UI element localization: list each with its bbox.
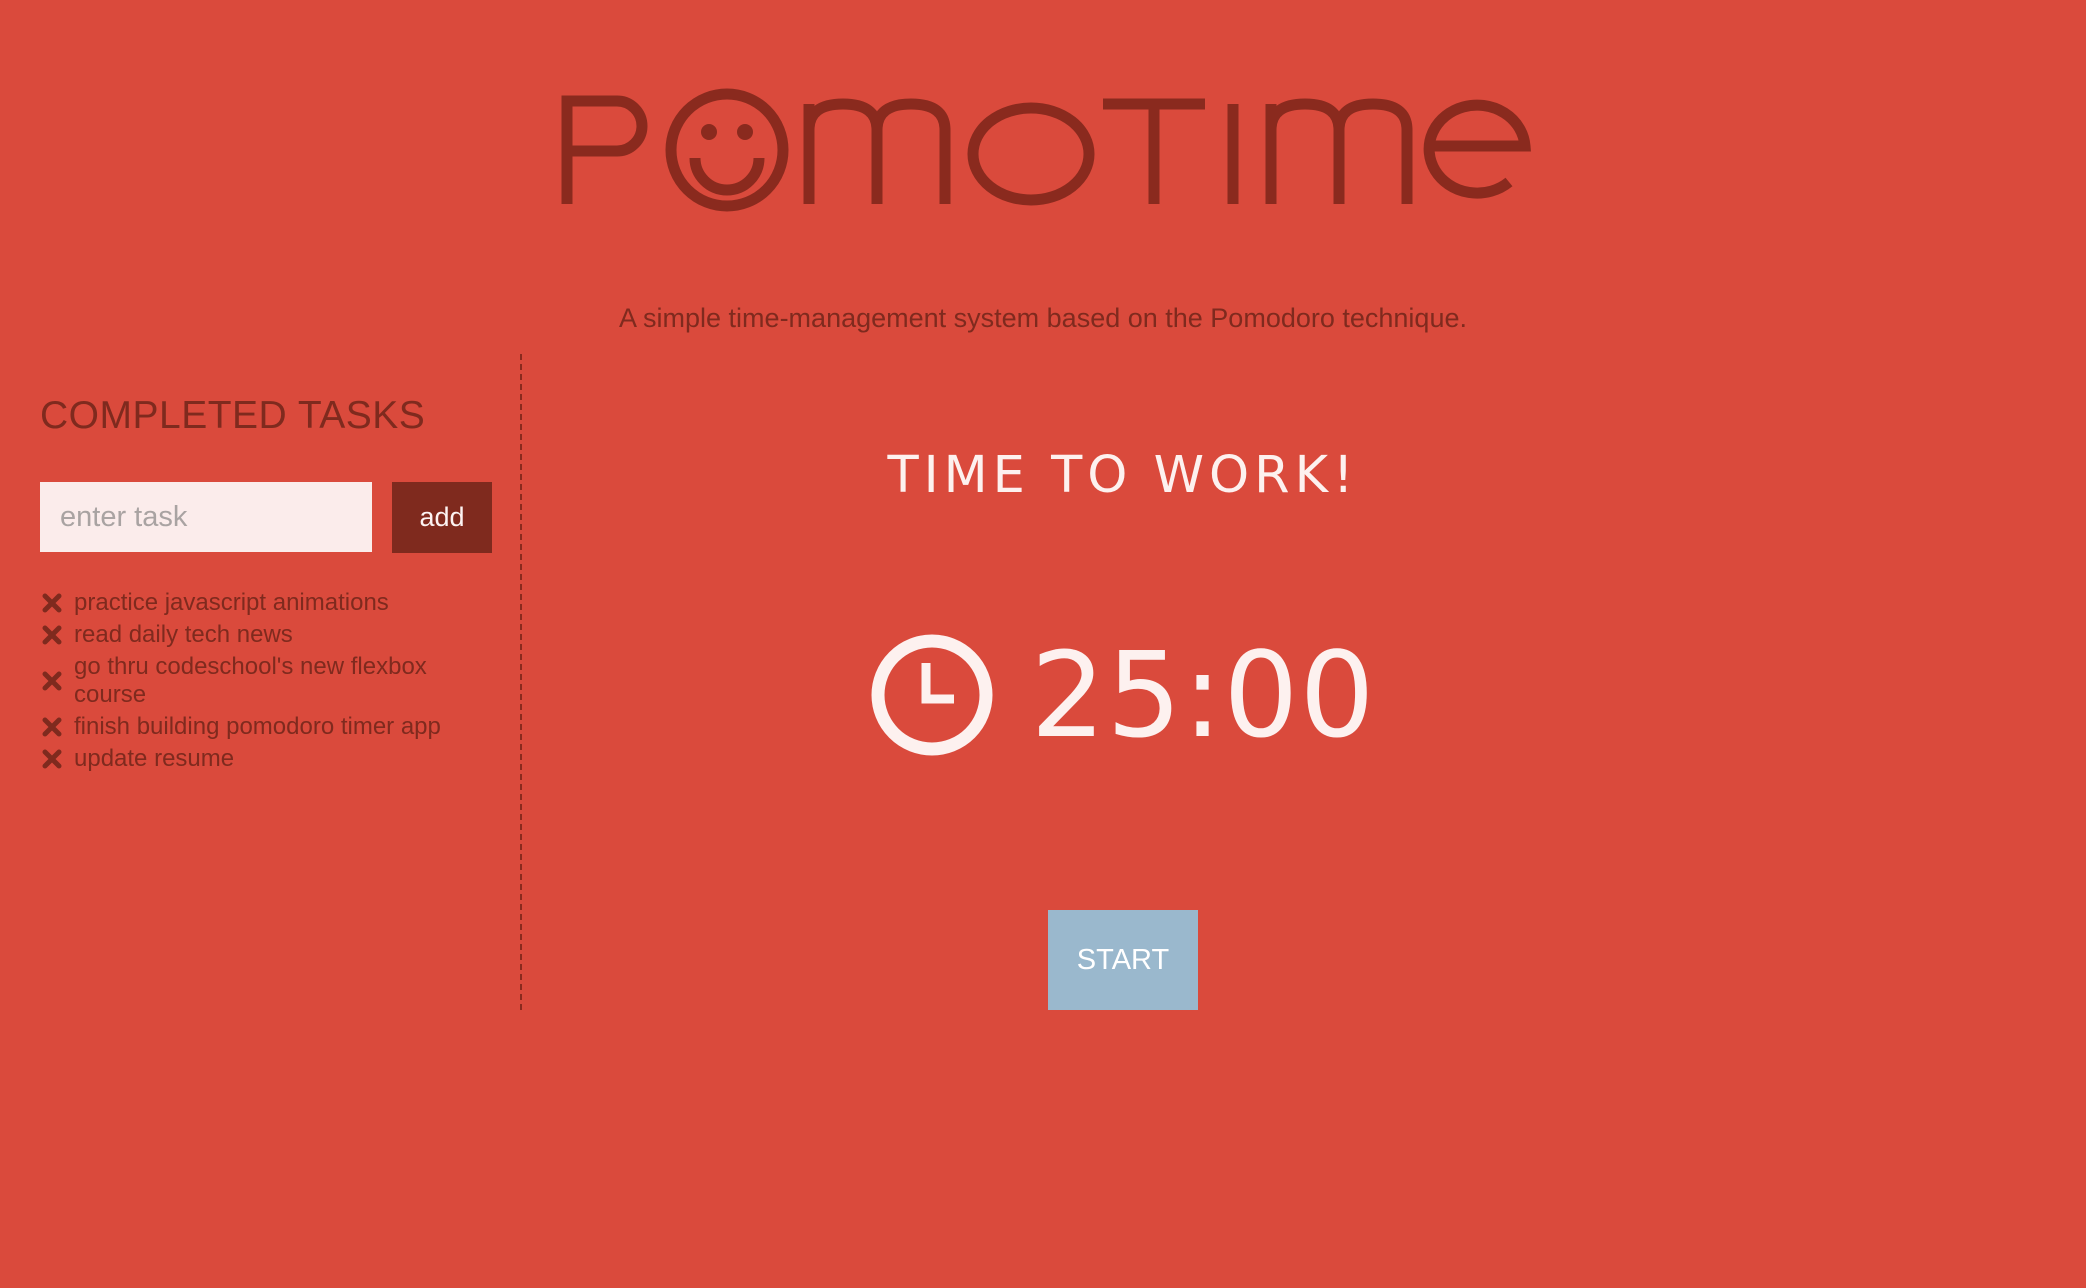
task-item: go thru codeschool's new flexbox course [40, 653, 480, 709]
clock-icon [870, 633, 994, 757]
add-task-form: add [40, 482, 492, 553]
remove-x-icon[interactable] [40, 623, 64, 647]
remove-x-icon[interactable] [40, 747, 64, 771]
remove-x-icon[interactable] [40, 715, 64, 739]
mode-title: TIME TO WORK! [887, 446, 1359, 505]
start-button[interactable]: START [1048, 910, 1198, 1010]
task-label: finish building pomodoro timer app [74, 713, 441, 740]
task-label: practice javascript animations [74, 589, 389, 616]
remove-x-icon[interactable] [40, 669, 64, 693]
task-label: read daily tech news [74, 621, 293, 648]
panel-divider [520, 354, 522, 1010]
remove-x-icon[interactable] [40, 591, 64, 615]
completed-tasks-heading: COMPLETED TASKS [40, 394, 426, 437]
task-item: finish building pomodoro timer app [40, 713, 480, 741]
task-item: update resume [40, 745, 480, 773]
task-label: go thru codeschool's new flexbox course [74, 653, 427, 708]
task-list: practice javascript animations read dail… [40, 589, 480, 777]
pomotime-logo [555, 84, 1535, 214]
completed-tasks-panel: COMPLETED TASKS add practice javascript … [40, 390, 500, 772]
task-input[interactable] [40, 482, 372, 552]
task-label: update resume [74, 745, 235, 772]
task-item: read daily tech news [40, 621, 480, 649]
timer-display: 25:00 [540, 620, 1706, 770]
timer-value: 25:00 [1030, 626, 1376, 764]
add-task-button[interactable]: add [392, 482, 492, 553]
tagline: A simple time-management system based on… [619, 303, 1467, 333]
task-item: practice javascript animations [40, 589, 480, 617]
